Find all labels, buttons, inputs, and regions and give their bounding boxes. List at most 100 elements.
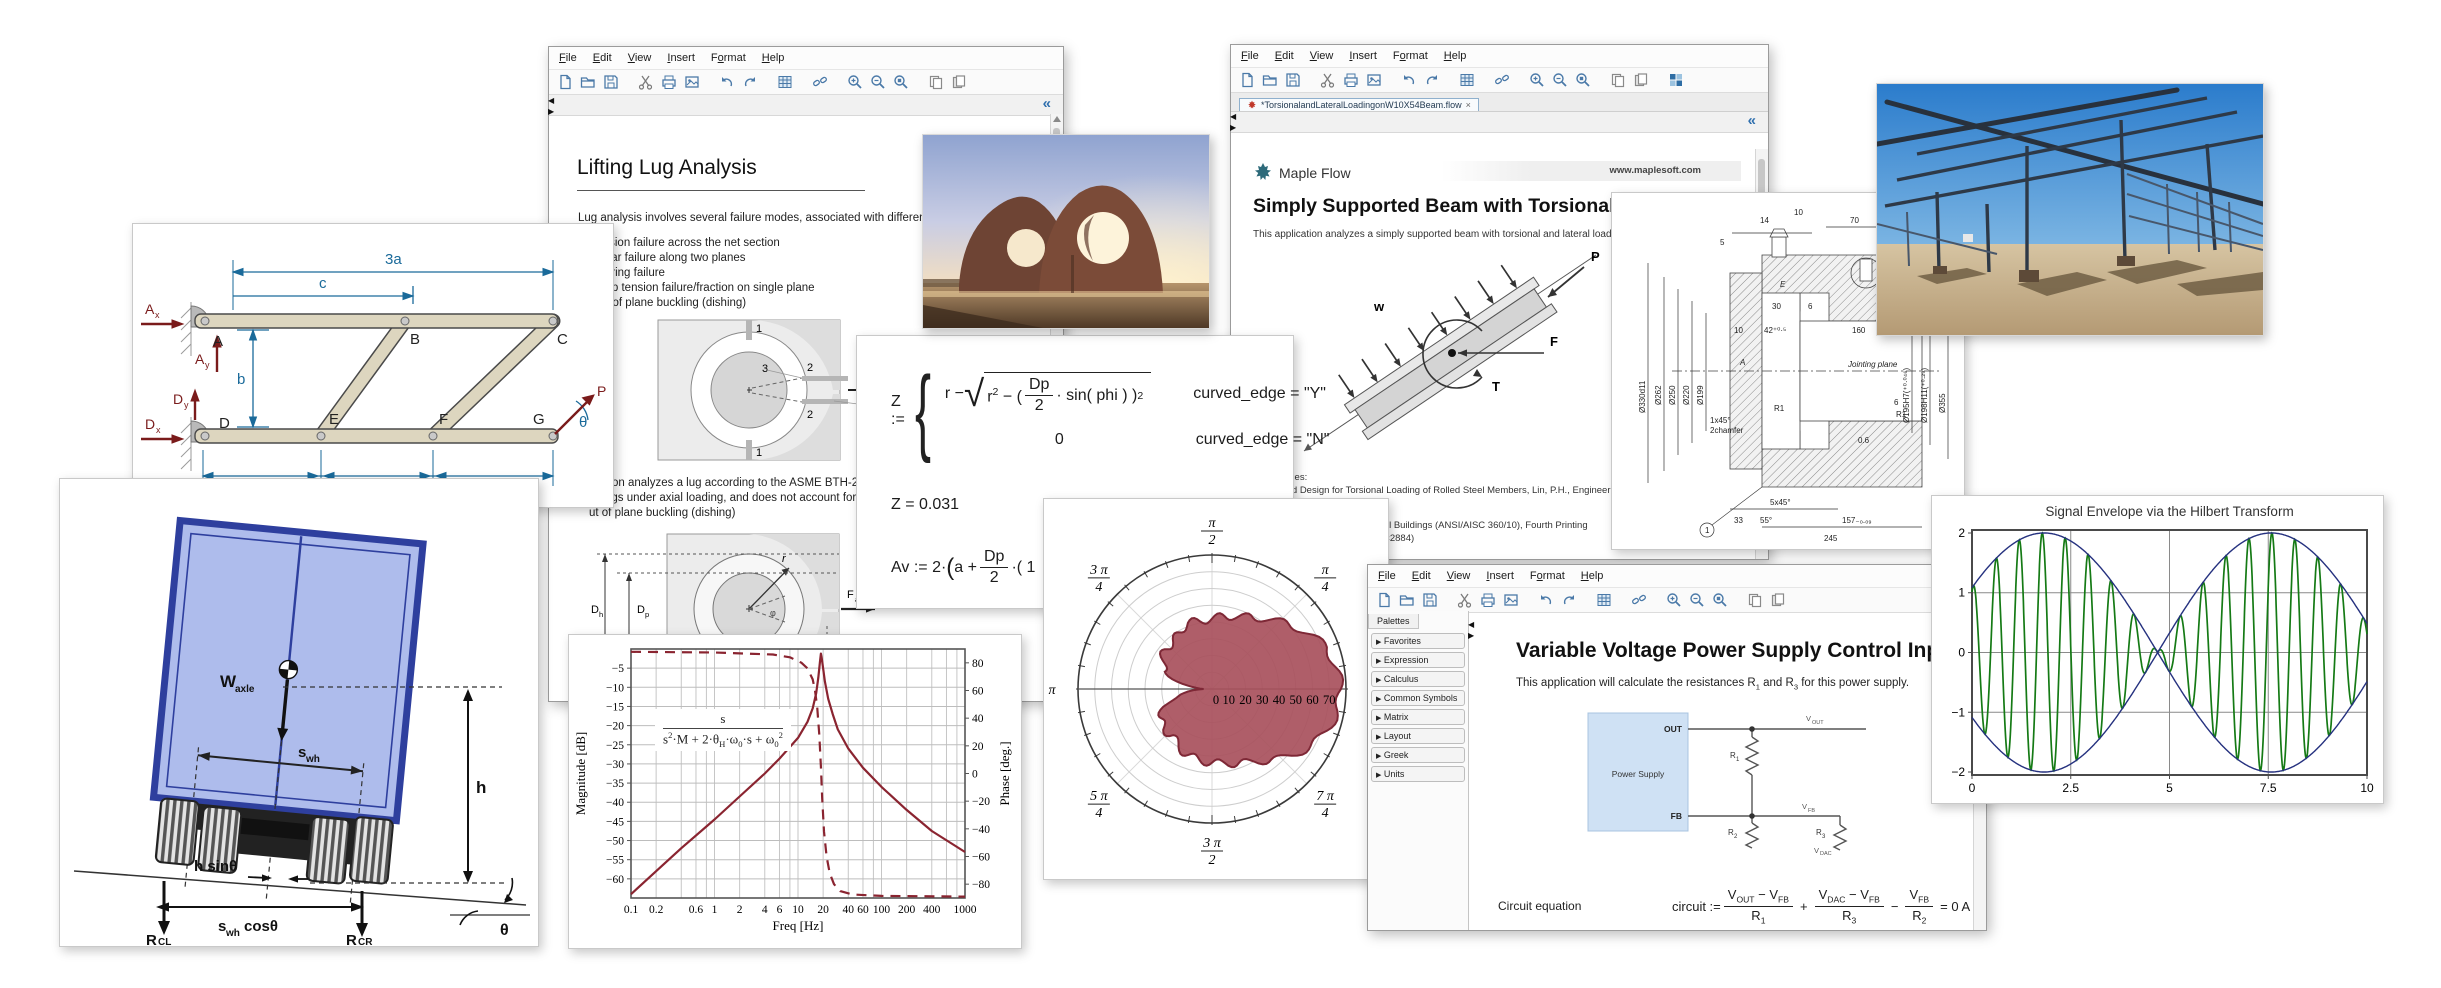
save-icon[interactable] xyxy=(602,73,620,91)
svg-text:0.6: 0.6 xyxy=(1858,436,1870,445)
redo-icon[interactable] xyxy=(1560,591,1578,609)
palette-item[interactable]: ▶ Expression xyxy=(1371,652,1465,668)
cut-icon[interactable] xyxy=(1319,71,1337,89)
copy-page-icon[interactable] xyxy=(1746,591,1764,609)
menu-format[interactable]: Format xyxy=(711,52,746,64)
menu-file[interactable]: File xyxy=(1241,50,1259,62)
table-icon[interactable] xyxy=(1595,591,1613,609)
undo-icon[interactable] xyxy=(1537,591,1555,609)
menu-help[interactable]: Help xyxy=(1444,50,1467,62)
undo-icon[interactable] xyxy=(1400,71,1418,89)
zoom-in-icon[interactable] xyxy=(846,73,864,91)
table-icon[interactable] xyxy=(776,73,794,91)
menu-insert[interactable]: Insert xyxy=(1486,570,1514,582)
zoom-out-icon[interactable] xyxy=(1551,71,1569,89)
link-icon[interactable] xyxy=(811,73,829,91)
svg-text:h: h xyxy=(476,778,486,797)
new-doc-icon[interactable] xyxy=(1238,71,1256,89)
cut-icon[interactable] xyxy=(1456,591,1474,609)
redo-icon[interactable] xyxy=(1423,71,1441,89)
export-image-icon[interactable] xyxy=(1365,71,1383,89)
zoom-in-icon[interactable] xyxy=(1528,71,1546,89)
open-folder-icon[interactable] xyxy=(1398,591,1416,609)
table-icon[interactable] xyxy=(1458,71,1476,89)
open-folder-icon[interactable] xyxy=(1261,71,1279,89)
menu-edit[interactable]: Edit xyxy=(593,52,612,64)
svg-text:40: 40 xyxy=(843,904,855,916)
condition-1: curved_edge = "Y" xyxy=(1193,385,1326,403)
collapse-chevron-icon[interactable]: « xyxy=(1043,95,1051,112)
undo-icon[interactable] xyxy=(718,73,736,91)
cut-icon[interactable] xyxy=(637,73,655,91)
new-doc-icon[interactable] xyxy=(1375,591,1393,609)
menu-insert[interactable]: Insert xyxy=(667,52,695,64)
splitter-handles[interactable]: ◀▶ xyxy=(1230,111,1239,133)
menu-format[interactable]: Format xyxy=(1530,570,1565,582)
svg-text:2: 2 xyxy=(737,904,743,916)
menu-view[interactable]: View xyxy=(628,52,652,64)
paste-page-icon[interactable] xyxy=(1632,71,1650,89)
open-folder-icon[interactable] xyxy=(579,73,597,91)
zoom-out-icon[interactable] xyxy=(1688,591,1706,609)
palettes-tab[interactable]: Palettes xyxy=(1368,614,1419,629)
svg-text:P: P xyxy=(597,383,606,399)
new-doc-icon[interactable] xyxy=(556,73,574,91)
zoom-region-icon[interactable] xyxy=(1574,71,1592,89)
svg-text:7.5: 7.5 xyxy=(2260,781,2277,795)
menu-help[interactable]: Help xyxy=(1581,570,1604,582)
print-icon[interactable] xyxy=(1342,71,1360,89)
menu-help[interactable]: Help xyxy=(762,52,785,64)
collapsed-panel-bar[interactable]: « xyxy=(549,95,1063,116)
menu-edit[interactable]: Edit xyxy=(1412,570,1431,582)
menu-edit[interactable]: Edit xyxy=(1275,50,1294,62)
copy-page-icon[interactable] xyxy=(927,73,945,91)
menu-insert[interactable]: Insert xyxy=(1349,50,1377,62)
palette-item[interactable]: ▶ Matrix xyxy=(1371,709,1465,725)
palette-item[interactable]: ▶ Common Symbols xyxy=(1371,690,1465,706)
zoom-in-icon[interactable] xyxy=(1665,591,1683,609)
collapse-chevron-icon[interactable]: « xyxy=(1748,112,1756,129)
redo-icon[interactable] xyxy=(741,73,759,91)
paste-page-icon[interactable] xyxy=(950,73,968,91)
zoom-region-icon[interactable] xyxy=(892,73,910,91)
menu-file[interactable]: File xyxy=(559,52,577,64)
palette-item[interactable]: ▶ Units xyxy=(1371,766,1465,782)
collapsed-panel-bar[interactable]: « xyxy=(1231,112,1768,133)
menu-view[interactable]: View xyxy=(1447,570,1471,582)
menu-view[interactable]: View xyxy=(1310,50,1334,62)
palette-item[interactable]: ▶ Greek xyxy=(1371,747,1465,763)
print-icon[interactable] xyxy=(660,73,678,91)
svg-text:1x45°: 1x45° xyxy=(1710,416,1731,425)
svg-text:200: 200 xyxy=(898,904,916,916)
layout-grid-icon[interactable] xyxy=(1667,71,1685,89)
print-icon[interactable] xyxy=(1479,591,1497,609)
svg-text:2: 2 xyxy=(1958,526,1965,540)
palette-item[interactable]: ▶ Layout xyxy=(1371,728,1465,744)
svg-text:20: 20 xyxy=(972,741,984,753)
svg-text:E: E xyxy=(1780,280,1786,289)
z-result: Z = 0.031 xyxy=(891,496,959,514)
zoom-out-icon[interactable] xyxy=(869,73,887,91)
zoom-region-icon[interactable] xyxy=(1711,591,1729,609)
svg-text:−10: −10 xyxy=(606,682,624,694)
save-icon[interactable] xyxy=(1284,71,1302,89)
export-image-icon[interactable] xyxy=(1502,591,1520,609)
link-icon[interactable] xyxy=(1493,71,1511,89)
palette-item[interactable]: ▶ Favorites xyxy=(1371,633,1465,649)
document-tab[interactable]: *TorsionalandLateralLoadingonW10X54Beam.… xyxy=(1239,98,1479,111)
svg-text:4: 4 xyxy=(762,904,768,916)
save-icon[interactable] xyxy=(1421,591,1439,609)
tab-close-icon[interactable]: × xyxy=(1466,100,1471,110)
maple-leaf-icon xyxy=(1247,100,1257,110)
link-icon[interactable] xyxy=(1630,591,1648,609)
menu-file[interactable]: File xyxy=(1378,570,1396,582)
svg-text:1: 1 xyxy=(756,447,762,459)
svg-text:2: 2 xyxy=(1209,853,1216,868)
copy-page-icon[interactable] xyxy=(1609,71,1627,89)
menu-bar: File Edit View Insert Format Help xyxy=(549,47,1063,70)
paste-page-icon[interactable] xyxy=(1769,591,1787,609)
menu-format[interactable]: Format xyxy=(1393,50,1428,62)
svg-text:FB: FB xyxy=(1671,811,1682,821)
palette-item[interactable]: ▶ Calculus xyxy=(1371,671,1465,687)
export-image-icon[interactable] xyxy=(683,73,701,91)
